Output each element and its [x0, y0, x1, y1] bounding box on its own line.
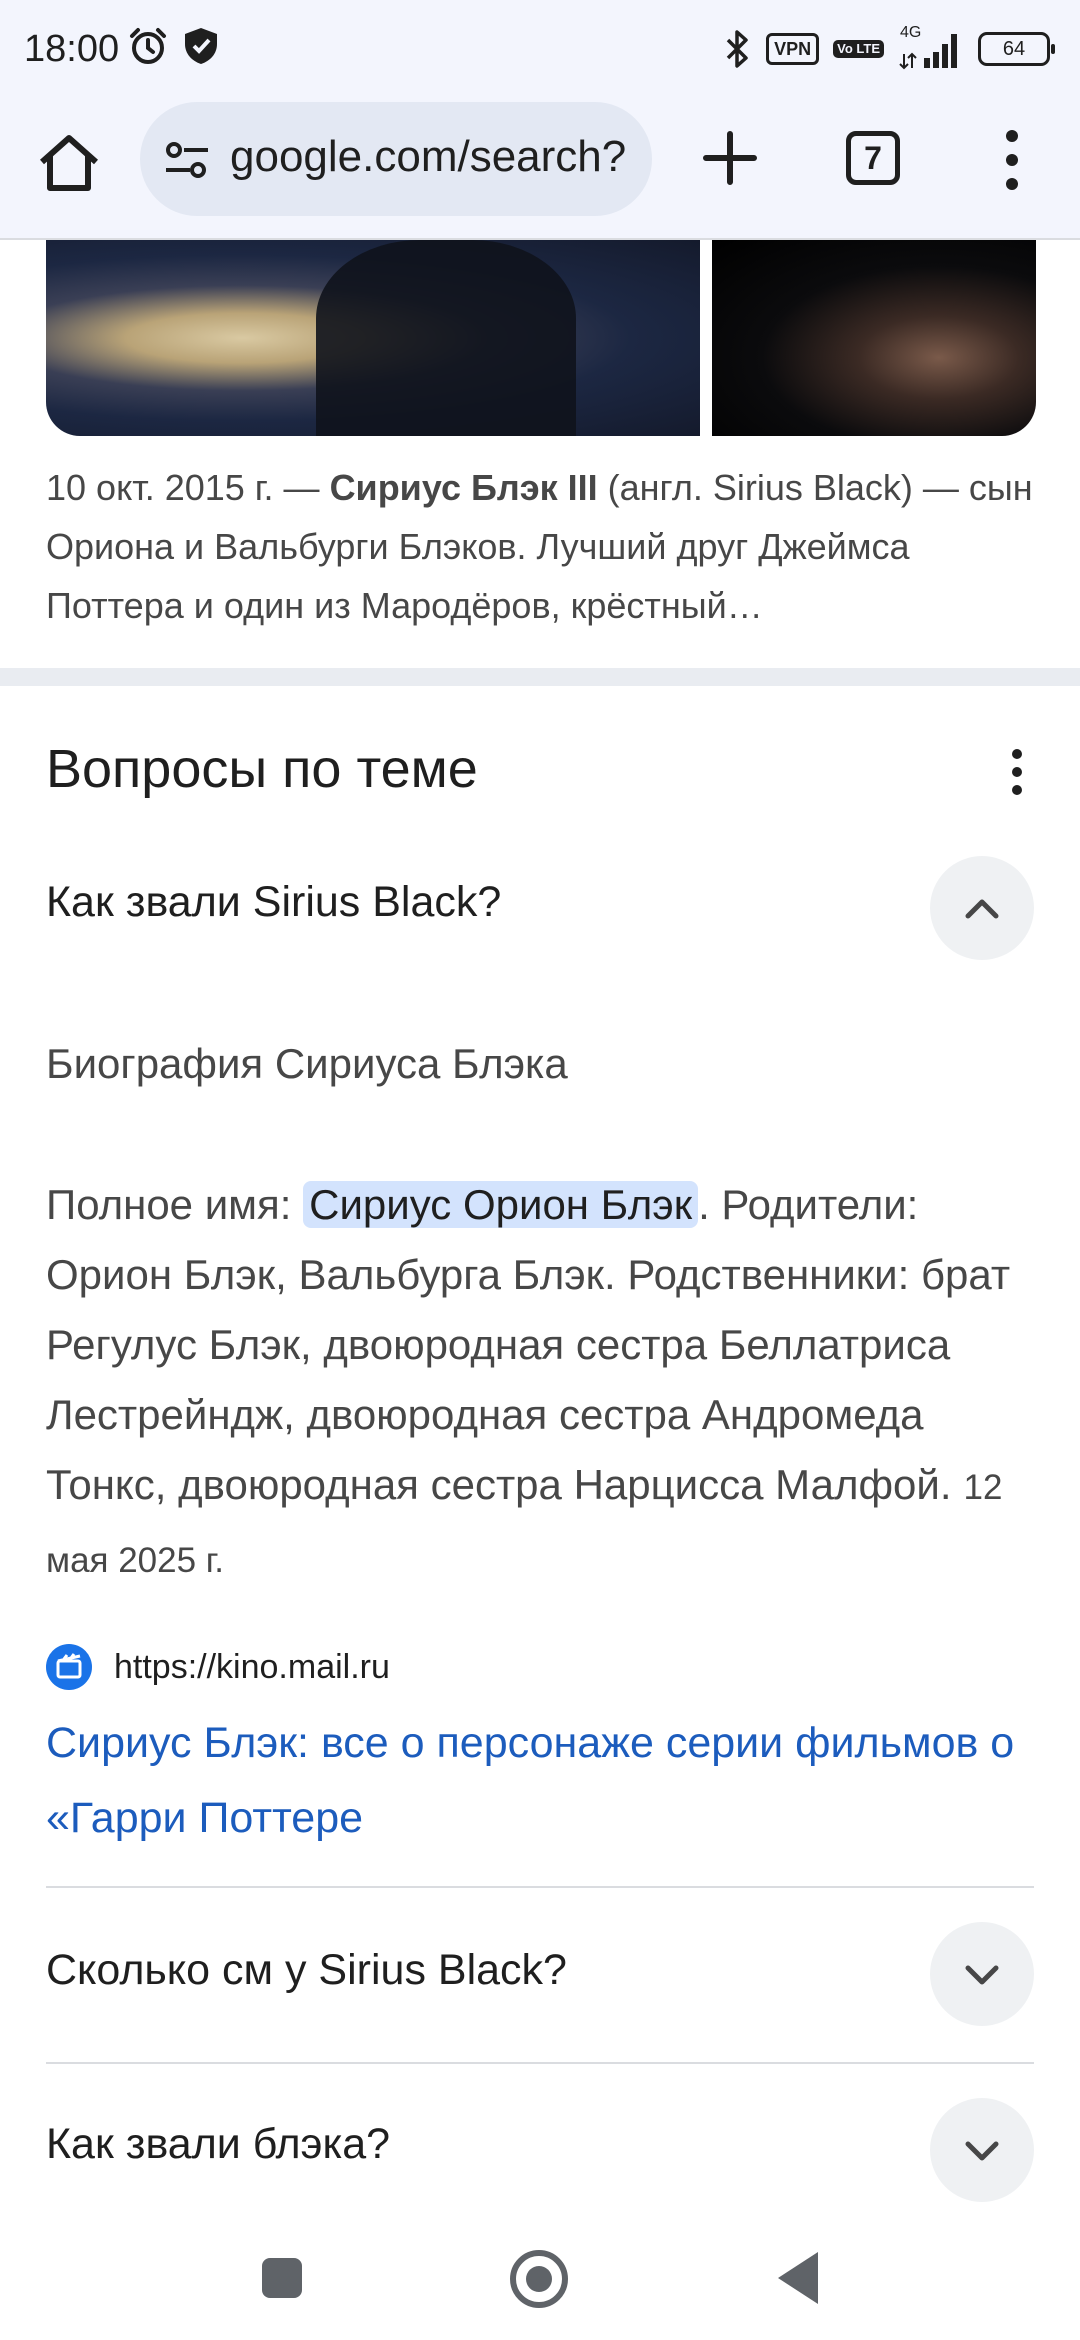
- source-row[interactable]: https://kino.mail.ru: [46, 1644, 390, 1690]
- source-url[interactable]: https://kino.mail.ru: [114, 1648, 390, 1687]
- alarm-icon: [130, 28, 166, 64]
- address-bar[interactable]: google.com/search?: [140, 102, 652, 216]
- answer-body: Полное имя: Сириус Орион Блэк. Родители:…: [46, 1170, 1046, 1596]
- signal-group: 4G: [898, 24, 964, 70]
- answer-heading: Биография Сириуса Блэка: [46, 1040, 568, 1087]
- url-text[interactable]: google.com/search?: [230, 132, 626, 182]
- back-button[interactable]: [778, 2252, 818, 2304]
- expand-button[interactable]: [930, 2098, 1034, 2202]
- chevron-up-icon: [965, 899, 999, 919]
- status-time: 18:00: [24, 28, 120, 70]
- browser-toolbar: google.com/search? 7: [0, 100, 1080, 240]
- question-2[interactable]: Сколько см у Sirius Black?: [46, 1946, 567, 1995]
- more-vert-icon[interactable]: [1004, 748, 1030, 796]
- source-title-link[interactable]: Сириус Блэк: все о персонаже серии фильм…: [46, 1706, 1046, 1856]
- answer-prefix: Полное имя:: [46, 1181, 304, 1228]
- tab-switcher-button[interactable]: 7: [846, 131, 900, 185]
- signal-icon: [899, 34, 957, 70]
- question-1[interactable]: Как звали Sirius Black?: [46, 878, 501, 927]
- expand-button[interactable]: [930, 1922, 1034, 2026]
- home-icon[interactable]: [34, 128, 104, 198]
- system-nav-bar: [0, 2220, 1080, 2340]
- status-left-icons: [128, 26, 220, 66]
- result-image-1[interactable]: [46, 240, 700, 436]
- tune-icon[interactable]: [164, 140, 210, 180]
- result-snippet: 10 окт. 2015 г. — Сириус Блэк III (англ.…: [46, 458, 1046, 635]
- volte-badge: Vo LTE: [833, 40, 884, 58]
- snippet-bold-name: Сириус Блэк III: [329, 467, 598, 508]
- answer-highlight: Сириус Орион Блэк: [303, 1181, 699, 1228]
- chevron-down-icon: [965, 1965, 999, 1985]
- more-vert-icon[interactable]: [1000, 128, 1024, 192]
- shield-icon: [185, 28, 217, 64]
- image-shade: [316, 240, 576, 436]
- bluetooth-icon: [726, 30, 748, 68]
- result-image-2[interactable]: [712, 240, 1036, 436]
- divider: [46, 2062, 1034, 2064]
- battery-indicator: 64: [978, 32, 1055, 66]
- clapperboard-icon: [46, 1644, 92, 1690]
- divider: [46, 1886, 1034, 1888]
- image-strip: [46, 240, 1036, 436]
- chevron-down-icon: [965, 2141, 999, 2161]
- collapse-button[interactable]: [930, 856, 1034, 960]
- section-divider: [0, 668, 1080, 686]
- snippet-date: 10 окт. 2015 г. —: [46, 467, 330, 508]
- vpn-badge: VPN: [766, 33, 820, 65]
- related-questions-title: Вопросы по теме: [46, 739, 478, 799]
- status-right-icons: VPN Vo LTE 4G 64: [724, 24, 1055, 70]
- home-nav-button[interactable]: [510, 2250, 568, 2308]
- status-bar: 18:00 VPN Vo LTE 4G 64: [0, 0, 1080, 100]
- plus-icon[interactable]: [700, 128, 760, 188]
- recents-button[interactable]: [262, 2258, 302, 2298]
- answer-rest: . Родители: Орион Блэк, Вальбурга Блэк. …: [46, 1181, 1011, 1508]
- question-3[interactable]: Как звали блэка?: [46, 2120, 390, 2169]
